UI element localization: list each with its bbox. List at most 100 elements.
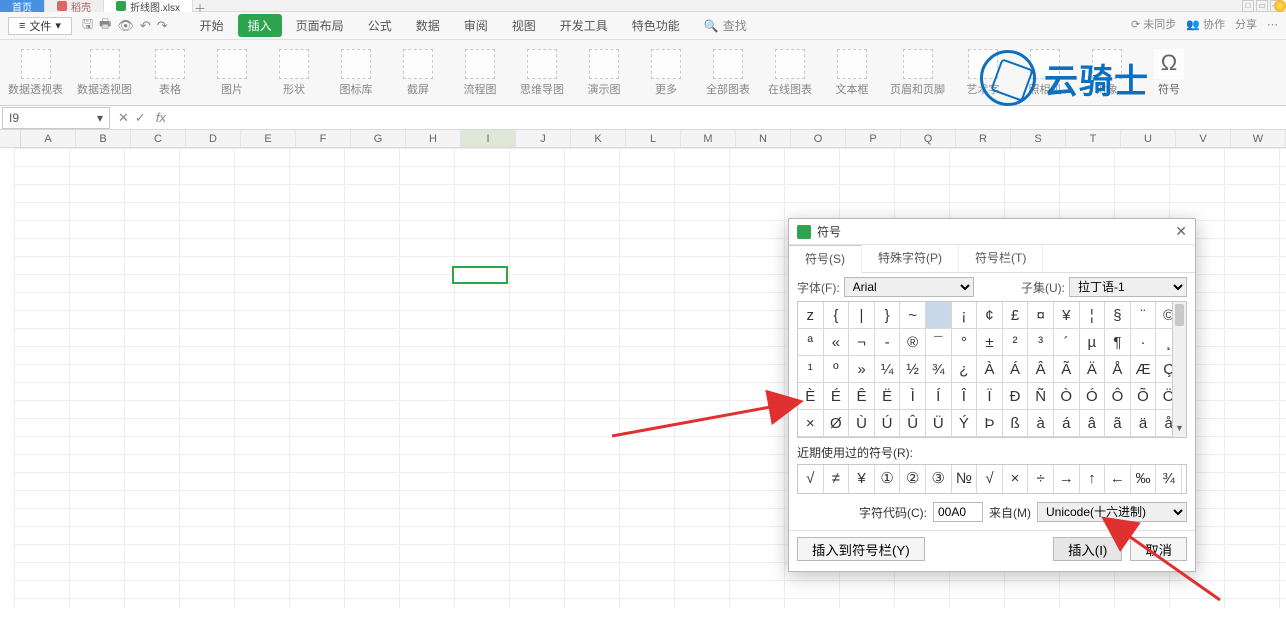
- char-cell[interactable]: Ò: [1054, 383, 1080, 410]
- char-cell[interactable]: Ñ: [1028, 383, 1054, 410]
- char-cell[interactable]: ~: [900, 302, 926, 329]
- char-cell[interactable]: ®: [900, 329, 926, 356]
- cmd-pivotchart[interactable]: 数据透视图: [77, 44, 132, 101]
- char-cell[interactable]: Á: [1003, 356, 1029, 383]
- char-cell[interactable]: «: [824, 329, 850, 356]
- char-cell[interactable]: ¯: [926, 329, 952, 356]
- char-cell[interactable]: ·: [1131, 329, 1157, 356]
- char-cell[interactable]: Ð: [1003, 383, 1029, 410]
- char-cell[interactable]: Ý: [952, 410, 978, 437]
- save-icon[interactable]: 🖫: [82, 15, 93, 37]
- char-cell[interactable]: Å: [1105, 356, 1131, 383]
- char-cell[interactable]: »: [849, 356, 875, 383]
- char-cell[interactable]: Â: [1028, 356, 1054, 383]
- char-cell[interactable]: ¨: [1131, 302, 1157, 329]
- char-cell[interactable]: Í: [926, 383, 952, 410]
- recent-char-cell[interactable]: →: [1054, 465, 1080, 493]
- char-cell[interactable]: µ: [1080, 329, 1106, 356]
- char-cell[interactable]: Ä: [1080, 356, 1106, 383]
- recent-char-cell[interactable]: ¥: [849, 465, 875, 493]
- preview-icon[interactable]: 👁: [117, 18, 134, 34]
- col-header-F[interactable]: F: [296, 130, 351, 147]
- name-box[interactable]: I9 ▾: [2, 107, 110, 129]
- char-cell[interactable]: Î: [952, 383, 978, 410]
- cmd-onlinecharts[interactable]: 在线图表: [766, 44, 814, 101]
- tab-view[interactable]: 视图: [502, 14, 546, 37]
- col-header-U[interactable]: U: [1121, 130, 1176, 147]
- char-cell[interactable]: Ê: [849, 383, 875, 410]
- cmd-mindmap[interactable]: 思维导图: [518, 44, 566, 101]
- from-select[interactable]: Unicode(十六进制): [1037, 502, 1187, 522]
- char-cell[interactable]: È: [798, 383, 824, 410]
- col-header-O[interactable]: O: [791, 130, 846, 147]
- scroll-down-icon[interactable]: ▼: [1173, 423, 1186, 437]
- recent-char-cell[interactable]: √: [977, 465, 1003, 493]
- code-input[interactable]: [933, 502, 983, 522]
- char-cell[interactable]: ¾: [926, 356, 952, 383]
- collab-button[interactable]: 👥 协作: [1186, 16, 1225, 32]
- select-all-corner[interactable]: [0, 130, 21, 147]
- col-header-V[interactable]: V: [1176, 130, 1231, 147]
- win-btn-2[interactable]: ▭: [1256, 0, 1268, 12]
- char-cell[interactable]: ¤: [1028, 302, 1054, 329]
- dialog-tab-symbols[interactable]: 符号(S): [789, 245, 862, 273]
- col-header-S[interactable]: S: [1011, 130, 1066, 147]
- char-cell[interactable]: |: [849, 302, 875, 329]
- col-header-Q[interactable]: Q: [901, 130, 956, 147]
- col-header-I[interactable]: I: [461, 130, 516, 147]
- tab-devtools[interactable]: 开发工具: [550, 14, 618, 37]
- char-cell[interactable]: ¢: [977, 302, 1003, 329]
- close-icon[interactable]: ✕: [1175, 223, 1187, 240]
- char-cell[interactable]: Ù: [849, 410, 875, 437]
- char-cell[interactable]: º: [824, 356, 850, 383]
- sync-status[interactable]: ⟳ 未同步: [1131, 16, 1176, 32]
- cmd-table[interactable]: 表格: [146, 44, 194, 101]
- cmd-iconlib[interactable]: 图标库: [332, 44, 380, 101]
- tab-review[interactable]: 审阅: [454, 14, 498, 37]
- char-cell[interactable]: Û: [900, 410, 926, 437]
- char-cell[interactable]: Ü: [926, 410, 952, 437]
- char-cell[interactable]: Ô: [1105, 383, 1131, 410]
- recent-char-cell[interactable]: ÷: [1028, 465, 1054, 493]
- tab-data[interactable]: 数据: [406, 14, 450, 37]
- char-cell[interactable]: À: [977, 356, 1003, 383]
- col-header-G[interactable]: G: [351, 130, 406, 147]
- char-cell[interactable]: °: [952, 329, 978, 356]
- user-avatar-icon[interactable]: [1274, 0, 1286, 12]
- char-cell[interactable]: ½: [900, 356, 926, 383]
- col-header-J[interactable]: J: [516, 130, 571, 147]
- recent-char-cell[interactable]: √: [798, 465, 824, 493]
- recent-char-cell[interactable]: ≠: [824, 465, 850, 493]
- recent-char-cell[interactable]: ①: [875, 465, 901, 493]
- cmd-symbol[interactable]: Ω符号: [1145, 44, 1193, 101]
- recent-char-cell[interactable]: ↑: [1080, 465, 1106, 493]
- cmd-shapes[interactable]: 形状: [270, 44, 318, 101]
- file-menu-button[interactable]: ≡文件▾: [8, 17, 72, 35]
- col-header-E[interactable]: E: [241, 130, 296, 147]
- char-cell[interactable]: [926, 302, 952, 329]
- char-cell[interactable]: ³: [1028, 329, 1054, 356]
- active-cell[interactable]: [452, 266, 508, 284]
- char-cell[interactable]: ¦: [1080, 302, 1106, 329]
- tab-formula[interactable]: 公式: [358, 14, 402, 37]
- char-cell[interactable]: É: [824, 383, 850, 410]
- fx-icon[interactable]: fx: [156, 110, 166, 126]
- char-cell[interactable]: }: [875, 302, 901, 329]
- tab-start[interactable]: 开始: [190, 14, 234, 37]
- char-scrollbar[interactable]: ▲ ▼: [1172, 302, 1186, 437]
- doc-tab-home[interactable]: 首页: [0, 0, 45, 12]
- char-cell[interactable]: ¿: [952, 356, 978, 383]
- char-cell[interactable]: ¬: [849, 329, 875, 356]
- char-cell[interactable]: ¹: [798, 356, 824, 383]
- col-header-B[interactable]: B: [76, 130, 131, 147]
- col-header-P[interactable]: P: [846, 130, 901, 147]
- share-button[interactable]: 分享: [1235, 16, 1257, 32]
- cmd-present[interactable]: 演示图: [580, 44, 628, 101]
- col-header-C[interactable]: C: [131, 130, 186, 147]
- win-btn-1[interactable]: □: [1242, 0, 1254, 12]
- font-select[interactable]: Arial: [844, 277, 974, 297]
- char-cell[interactable]: ¶: [1105, 329, 1131, 356]
- recent-char-cell[interactable]: ③: [926, 465, 952, 493]
- char-cell[interactable]: §: [1105, 302, 1131, 329]
- col-header-L[interactable]: L: [626, 130, 681, 147]
